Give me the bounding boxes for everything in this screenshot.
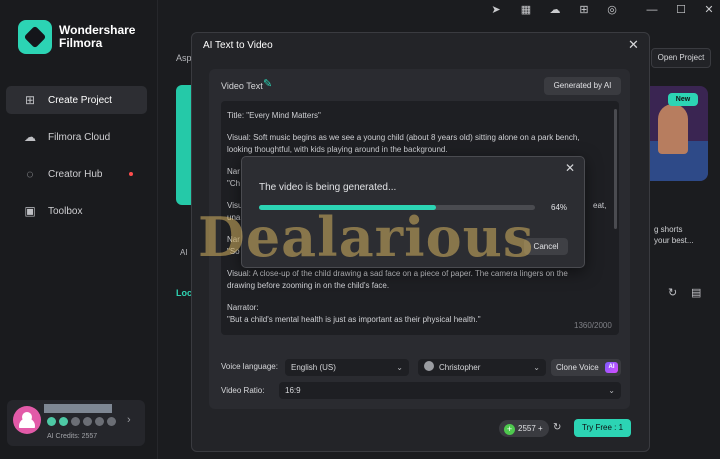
notification-dot — [129, 172, 134, 176]
user-name-redacted — [44, 404, 112, 413]
generation-progress-popup: ✕ The video is being generated... 64% Ca… — [241, 156, 585, 268]
close-icon[interactable]: ✕ — [628, 37, 639, 53]
send-icon[interactable]: ➤ — [488, 2, 504, 18]
text-line: looking thoughtful, with kids playing ar… — [227, 145, 448, 154]
toolbox-icon: ▣ — [24, 204, 36, 218]
app-logo: Wondershare Filmora — [18, 20, 135, 54]
progress-fill — [259, 205, 436, 210]
bulb-icon: ◌ — [26, 167, 34, 181]
badge-icon — [71, 417, 80, 426]
refresh-icon[interactable]: ↻ — [553, 422, 561, 433]
badge-icon — [107, 417, 116, 426]
new-badge: New — [668, 93, 698, 106]
progress-message: The video is being generated... — [259, 182, 397, 193]
close-icon[interactable]: ✕ — [565, 161, 575, 175]
cancel-button[interactable]: Cancel — [524, 238, 568, 255]
sidebar-item-label: Toolbox — [48, 205, 83, 217]
voice-name: Christopher — [439, 363, 481, 372]
open-project-button[interactable]: Open Project — [651, 48, 711, 68]
chevron-down-icon: ⌄ — [396, 363, 403, 372]
local-projects-tab[interactable]: Loc — [176, 288, 192, 298]
text-line: Visual: A close-up of the child drawing … — [227, 269, 568, 278]
text-line: una — [227, 213, 241, 222]
ai-credits: AI Credits: 2557 — [47, 433, 98, 440]
badge-icon — [47, 417, 56, 426]
text-line: Title: "Every Mind Matters" — [227, 111, 321, 120]
plus-square-icon: ⊞ — [24, 93, 36, 107]
video-ratio-value: 16:9 — [285, 386, 301, 395]
sidebar-item-toolbox[interactable]: ▣ Toolbox — [6, 197, 147, 225]
text-line: Visual: Soft music begins as we see a yo… — [227, 133, 580, 142]
badge-icon — [59, 417, 68, 426]
char-count: 1360/2000 — [574, 321, 612, 330]
clone-voice-label: Clone Voice — [556, 363, 599, 372]
text-line: "But a child's mental health is just as … — [227, 315, 481, 324]
chevron-right-icon[interactable]: › — [127, 414, 131, 426]
sidebar: Wondershare Filmora ⊞ Create Project ☁ F… — [0, 0, 158, 459]
sidebar-item-filmora-cloud[interactable]: ☁ Filmora Cloud — [6, 123, 147, 151]
cloud-icon: ☁ — [24, 130, 36, 144]
dialog-title: AI Text to Video — [203, 40, 273, 51]
cloud-upload-icon[interactable]: ☁ — [547, 2, 563, 18]
chevron-down-icon: ⌄ — [533, 363, 540, 372]
text-line: Nar — [227, 167, 240, 176]
aspect-label: Asp — [176, 53, 192, 63]
sidebar-item-creator-hub[interactable]: ◌ Creator Hub — [6, 160, 147, 188]
sidebar-item-create-project[interactable]: ⊞ Create Project — [6, 86, 147, 114]
voice-select[interactable]: Christopher ⌄ — [418, 359, 546, 376]
sidebar-item-label: Creator Hub — [48, 168, 103, 180]
user-badges — [47, 417, 116, 426]
badge-icon — [83, 417, 92, 426]
app-name-line2: Filmora — [59, 36, 103, 50]
filmora-logo-icon — [18, 20, 52, 54]
grid-icon[interactable]: ⊞ — [576, 2, 592, 18]
generated-by-ai-button[interactable]: Generated by AI — [544, 77, 621, 95]
text-line: Narrator: — [227, 303, 259, 312]
promo-text-line1: g shorts — [654, 225, 683, 234]
credits-pill[interactable]: +2557 + — [499, 420, 549, 437]
text-fragment: eat, — [593, 201, 607, 210]
headset-icon[interactable]: ◎ — [604, 2, 620, 18]
edit-icon[interactable]: ✎ — [263, 77, 272, 90]
sidebar-item-label: Create Project — [48, 94, 112, 106]
video-text-label: Video Text — [221, 81, 263, 91]
chevron-down-icon: ⌄ — [608, 386, 615, 395]
text-line: "Ch — [227, 179, 241, 188]
voice-language-label: Voice language: — [221, 362, 278, 371]
ai-badge: AI — [605, 362, 618, 373]
user-card[interactable]: › AI Credits: 2557 — [7, 400, 145, 446]
badge-icon — [95, 417, 104, 426]
avatar[interactable] — [13, 406, 41, 434]
voice-language-value: English (US) — [291, 363, 336, 372]
voice-avatar-icon — [424, 361, 434, 371]
maximize-icon[interactable]: ☐ — [673, 2, 689, 18]
video-ratio-select[interactable]: 16:9 ⌄ — [279, 382, 621, 399]
ai-card-label: AI — [180, 248, 188, 257]
progress-percent: 64% — [551, 203, 568, 212]
text-line: "So — [227, 247, 240, 256]
promo-person — [658, 104, 688, 154]
text-line: drawing before zooming in on the child's… — [227, 281, 390, 290]
layout-icon[interactable]: ▤ — [691, 286, 701, 299]
close-window-icon[interactable]: ✕ — [701, 2, 717, 18]
refresh-icon[interactable]: ↻ — [668, 286, 677, 299]
text-line: Nar — [227, 235, 240, 244]
try-free-button[interactable]: Try Free : 1 — [574, 419, 631, 437]
sidebar-item-label: Filmora Cloud — [48, 131, 111, 143]
clone-voice-button[interactable]: Clone Voice AI — [551, 359, 621, 376]
video-ratio-label: Video Ratio: — [221, 386, 265, 395]
app-name: Wondershare Filmora — [59, 24, 135, 50]
calendar-icon[interactable]: ▦ — [518, 2, 534, 18]
progress-bar — [259, 205, 535, 210]
minimize-icon[interactable]: — — [644, 2, 660, 18]
credit-coin-icon: + — [504, 424, 515, 435]
credit-count: 2557 — [518, 424, 536, 433]
promo-text-line2: your best... — [654, 236, 694, 245]
voice-language-select[interactable]: English (US) ⌄ — [285, 359, 409, 376]
scrollbar[interactable] — [614, 109, 617, 229]
